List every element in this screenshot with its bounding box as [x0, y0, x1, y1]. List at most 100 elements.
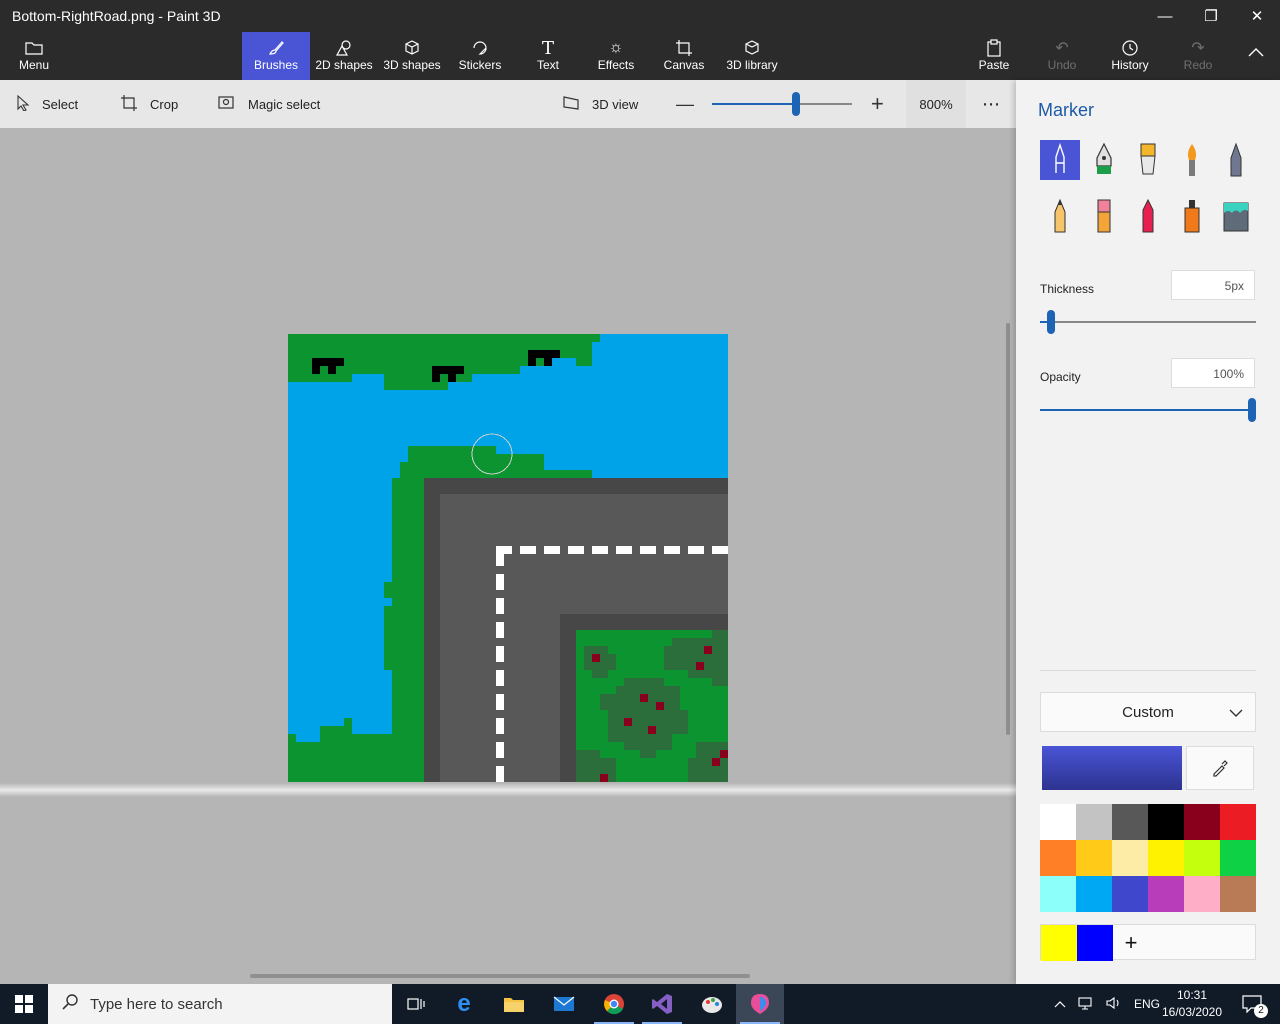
- folder-icon: [25, 32, 43, 58]
- zoom-out-button[interactable]: —: [676, 80, 694, 128]
- palette-swatch[interactable]: [1076, 804, 1112, 840]
- tab-2d-shapes[interactable]: 2D shapes: [312, 32, 376, 80]
- pencil-brush[interactable]: [1040, 196, 1080, 236]
- ribbon: Menu Brushes 2D shapes 3D shapes Sticker…: [0, 32, 1280, 80]
- edge-app[interactable]: e: [440, 984, 488, 1024]
- palette-swatch[interactable]: [1040, 840, 1076, 876]
- history-icon: [1121, 32, 1139, 58]
- notifications-button[interactable]: 2: [1232, 984, 1272, 1024]
- paste-button[interactable]: Paste: [970, 32, 1018, 80]
- undo-button[interactable]: ↶ Undo: [1038, 32, 1086, 80]
- palette-swatch[interactable]: [1148, 840, 1184, 876]
- tab-3d-library[interactable]: 3D library: [722, 32, 782, 80]
- clock[interactable]: 10:31 16/03/2020: [1160, 987, 1224, 1021]
- crop-button[interactable]: Crop: [120, 80, 178, 128]
- 3d-view-button[interactable]: 3D view: [562, 80, 638, 128]
- thickness-slider[interactable]: [1040, 310, 1256, 334]
- task-view-button[interactable]: [392, 984, 440, 1024]
- current-color-swatch[interactable]: [1042, 746, 1182, 790]
- thickness-slider-thumb[interactable]: [1047, 310, 1055, 334]
- zoom-level[interactable]: 800%: [906, 80, 966, 128]
- palette-swatch[interactable]: [1220, 840, 1256, 876]
- spray-can-brush[interactable]: [1172, 196, 1212, 236]
- mail-app[interactable]: [540, 984, 588, 1024]
- palette-swatch[interactable]: [1112, 876, 1148, 912]
- custom-color-swatch[interactable]: [1041, 925, 1077, 961]
- canvas-area[interactable]: [0, 128, 1016, 984]
- palette-swatch[interactable]: [1112, 804, 1148, 840]
- opacity-slider[interactable]: [1040, 398, 1256, 422]
- watercolor-brush[interactable]: [1172, 140, 1212, 180]
- palette-swatch[interactable]: [1220, 804, 1256, 840]
- tab-text[interactable]: T Text: [520, 32, 576, 80]
- restore-button[interactable]: ❐: [1188, 0, 1234, 32]
- drawing-canvas[interactable]: [288, 334, 728, 782]
- undo-icon: ↶: [1055, 40, 1069, 57]
- palette-swatch[interactable]: [1076, 876, 1112, 912]
- palette-swatch[interactable]: [1040, 804, 1076, 840]
- opacity-slider-thumb[interactable]: [1248, 398, 1256, 422]
- more-options-button[interactable]: ⋯: [982, 80, 1000, 128]
- tab-3d-shapes[interactable]: 3D shapes: [380, 32, 444, 80]
- history-button[interactable]: History: [1104, 32, 1156, 80]
- ground-plane: [0, 783, 1016, 797]
- language-indicator[interactable]: ENG: [1134, 997, 1160, 1011]
- fill-brush[interactable]: [1216, 196, 1256, 236]
- eraser-brush[interactable]: [1084, 196, 1124, 236]
- start-button[interactable]: [0, 984, 48, 1024]
- eyedropper-button[interactable]: [1186, 746, 1254, 790]
- vertical-scrollbar[interactable]: [1006, 323, 1010, 735]
- select-button[interactable]: Select: [16, 80, 78, 128]
- marker-brush[interactable]: [1040, 140, 1080, 180]
- add-color-button[interactable]: +: [1113, 925, 1149, 961]
- taskbar-search[interactable]: Type here to search: [48, 984, 392, 1024]
- close-button[interactable]: ✕: [1234, 0, 1280, 32]
- chrome-app[interactable]: [590, 984, 638, 1024]
- oil-brush[interactable]: [1128, 140, 1168, 180]
- more-icon: ⋯: [982, 93, 1000, 114]
- minimize-button[interactable]: —: [1142, 0, 1188, 32]
- palette-swatch[interactable]: [1220, 876, 1256, 912]
- chevron-up-icon[interactable]: [1054, 997, 1066, 1011]
- volume-icon[interactable]: [1106, 996, 1122, 1013]
- palette-swatch[interactable]: [1148, 804, 1184, 840]
- redo-button[interactable]: ↷ Redo: [1174, 32, 1222, 80]
- calligraphy-pen-brush[interactable]: [1084, 140, 1124, 180]
- network-icon[interactable]: [1078, 996, 1094, 1013]
- visual-studio-app[interactable]: [638, 984, 686, 1024]
- palette-swatch[interactable]: [1184, 876, 1220, 912]
- tab-stickers[interactable]: Stickers: [450, 32, 510, 80]
- zoom-slider-thumb[interactable]: [792, 92, 800, 116]
- paint-app[interactable]: [688, 984, 736, 1024]
- folder-icon: [504, 998, 524, 1012]
- horizontal-scrollbar[interactable]: [250, 974, 750, 978]
- oil-brush-icon: [1140, 143, 1156, 175]
- select-label: Select: [42, 96, 79, 112]
- palette-swatch[interactable]: [1184, 804, 1220, 840]
- palette-swatch[interactable]: [1184, 840, 1220, 876]
- zoom-in-button[interactable]: +: [871, 80, 884, 128]
- tab-effects[interactable]: ☼ Effects: [588, 32, 644, 80]
- palette-swatch[interactable]: [1148, 876, 1184, 912]
- pencil-icon: [1054, 198, 1066, 233]
- opacity-input[interactable]: 100%: [1171, 358, 1255, 388]
- palette-swatch[interactable]: [1040, 876, 1076, 912]
- palette-swatch[interactable]: [1112, 840, 1148, 876]
- custom-color-swatch[interactable]: [1077, 925, 1113, 961]
- notification-count: 2: [1254, 1004, 1268, 1018]
- color-mode-dropdown[interactable]: Custom: [1040, 692, 1256, 732]
- shapes-2d-icon: [335, 32, 353, 58]
- tab-brushes[interactable]: Brushes: [242, 32, 310, 80]
- paint-3d-app[interactable]: [736, 984, 784, 1024]
- thickness-input[interactable]: 5px: [1171, 270, 1255, 300]
- palette-swatch[interactable]: [1076, 840, 1112, 876]
- pixel-pen-brush[interactable]: [1216, 140, 1256, 180]
- tab-canvas[interactable]: Canvas: [656, 32, 712, 80]
- zoom-slider[interactable]: [712, 92, 852, 116]
- magic-select-button[interactable]: Magic select: [218, 80, 320, 128]
- menu-button[interactable]: Menu: [10, 32, 58, 80]
- file-explorer-app[interactable]: [490, 984, 538, 1024]
- search-icon: [62, 994, 78, 1014]
- crayon-brush[interactable]: [1128, 196, 1168, 236]
- collapse-ribbon-button[interactable]: [1234, 32, 1278, 80]
